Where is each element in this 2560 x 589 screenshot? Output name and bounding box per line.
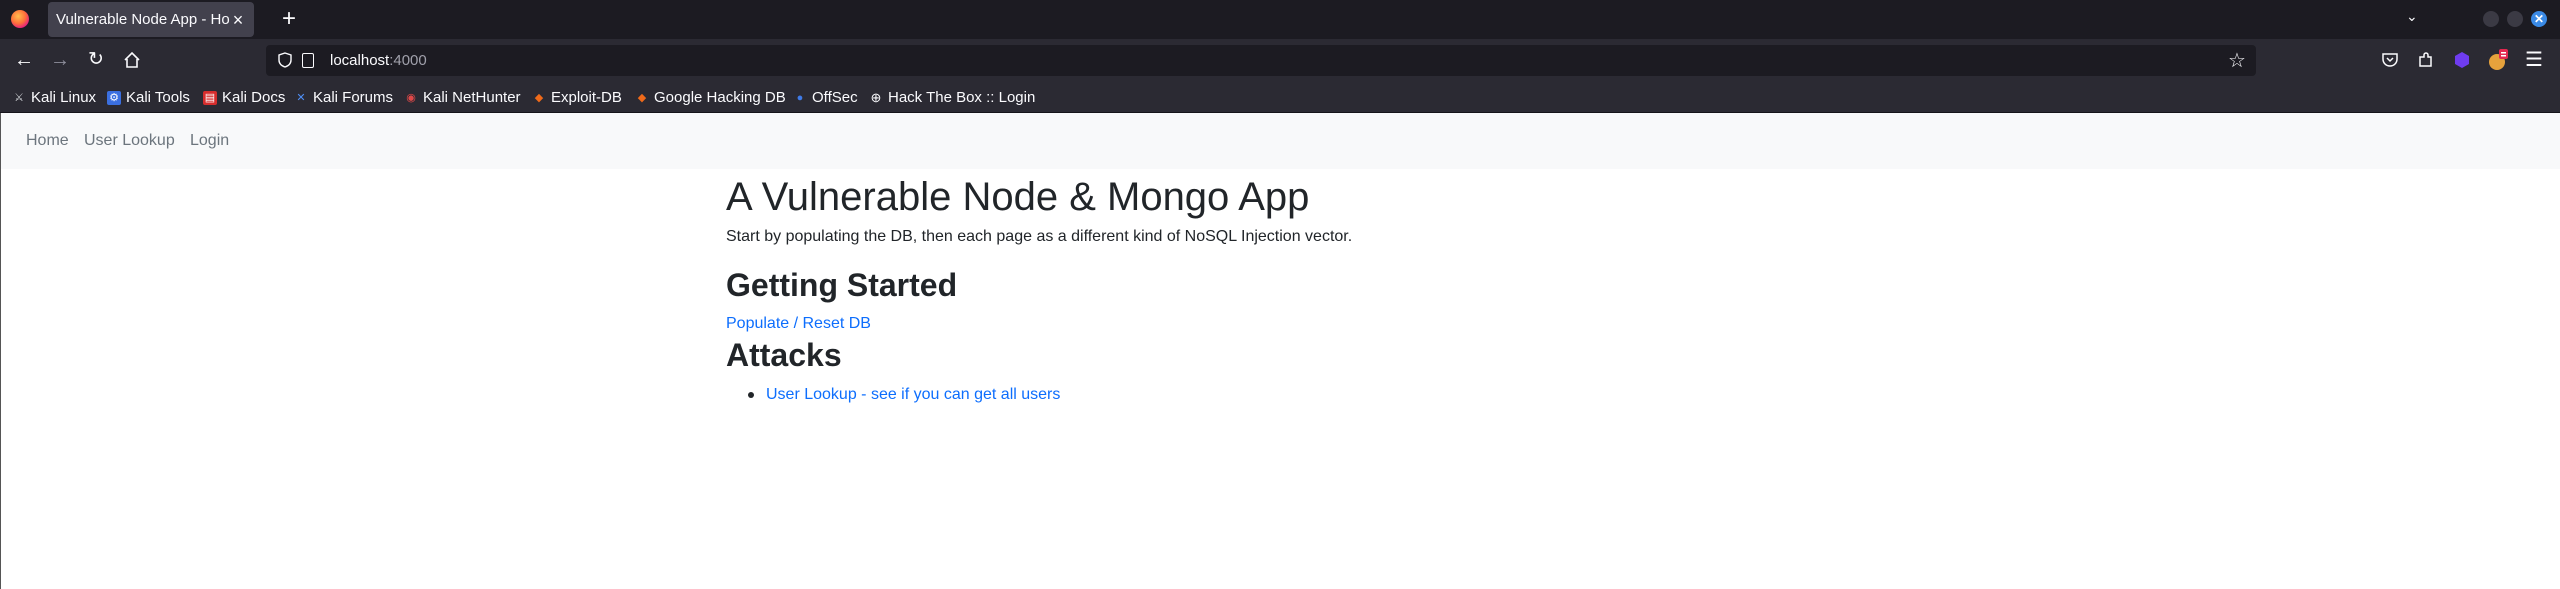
bookmark-star-icon[interactable]: ☆ [2228, 48, 2246, 73]
new-tab-button[interactable]: + [282, 6, 296, 32]
bookmark-label: Kali Docs [222, 89, 286, 106]
forward-arrow-icon[interactable]: → [48, 48, 72, 72]
bookmark-exploit-db[interactable]: ◆ Exploit-DB [532, 88, 622, 107]
bookmark-label: Kali Linux [31, 89, 97, 106]
maximize-button[interactable] [2507, 11, 2523, 27]
tab-active[interactable]: Vulnerable Node App - Home × [48, 2, 254, 37]
reload-icon[interactable]: ↻ [84, 48, 108, 72]
bookmark-label: Kali Forums [313, 89, 394, 106]
page-content: A Vulnerable Node & Mongo App Start by p… [0, 169, 2560, 589]
tab-bar: Vulnerable Node App - Home × + ⌄ ✕ [0, 0, 2560, 39]
minimize-button[interactable] [2483, 11, 2499, 27]
nav-link-home[interactable]: Home [26, 131, 69, 151]
page-info-icon[interactable] [302, 53, 314, 68]
home-icon[interactable] [120, 48, 144, 75]
nav-link-user-lookup[interactable]: User Lookup [84, 131, 175, 151]
pocket-icon[interactable] [2379, 49, 2401, 71]
bookmark-google-hacking-db[interactable]: ◆ Google Hacking DB [635, 88, 786, 107]
getting-started-heading: Getting Started [726, 267, 958, 303]
navigation-toolbar: ← → ↻ localhost:4000 ☆ ☰ [0, 39, 2560, 82]
bookmark-label: Exploit-DB [551, 89, 622, 106]
extensions-icon[interactable] [2415, 49, 2437, 71]
kali-docs-icon: ▤ [203, 90, 217, 105]
back-arrow-icon[interactable]: ← [12, 48, 36, 72]
attacks-heading: Attacks [726, 337, 842, 373]
url-port: :4000 [389, 52, 427, 69]
bookmark-kali-linux[interactable]: ⚔ Kali Linux [12, 88, 96, 107]
nethunter-icon: ◉ [406, 91, 416, 104]
kali-tools-icon: ⚙ [107, 90, 121, 105]
tab-title: Vulnerable Node App - Home [56, 11, 230, 28]
firefox-logo-icon[interactable] [11, 10, 29, 28]
bookmarks-toolbar: ⚔ Kali Linux ⚙ Kali Tools ▤ Kali Docs ✕ Kali… [0, 82, 2560, 113]
populate-reset-db-link[interactable]: Populate / Reset DB [726, 314, 871, 334]
chevron-down-icon[interactable]: ⌄ [2406, 8, 2418, 25]
account-avatar-icon[interactable] [2487, 49, 2509, 71]
tab-close-icon[interactable]: × [230, 11, 246, 29]
intro-text: Start by populating the DB, then each pa… [726, 228, 1353, 245]
ghdb-icon: ◆ [637, 91, 647, 104]
offsec-icon: ● [796, 91, 804, 104]
kali-dragon-icon: ⚔ [14, 91, 24, 104]
url-bar[interactable]: localhost:4000 ☆ [266, 45, 2256, 76]
kali-forums-icon: ✕ [296, 91, 306, 104]
bookmark-label: Kali Tools [126, 89, 190, 106]
url-host: localhost [330, 52, 390, 69]
nav-link-login[interactable]: Login [190, 131, 229, 151]
globe-icon: ⊕ [870, 89, 882, 105]
user-lookup-attack-link[interactable]: User Lookup - see if you can get all use… [766, 386, 1060, 403]
bookmark-hack-the-box[interactable]: ⊕ Hack The Box :: Login [869, 88, 1036, 107]
bookmark-label: Google Hacking DB [654, 89, 786, 106]
bookmark-kali-nethunter[interactable]: ◉ Kali NetHunter [404, 88, 521, 107]
url-text[interactable]: localhost:4000 [330, 51, 427, 70]
shield-icon[interactable] [278, 52, 292, 68]
bookmark-offsec[interactable]: ● OffSec [793, 88, 858, 107]
list-item: User Lookup - see if you can get all use… [748, 385, 1060, 405]
attacks-list: User Lookup - see if you can get all use… [748, 385, 1060, 405]
bookmark-label: Hack The Box :: Login [888, 89, 1036, 106]
bookmark-kali-forums[interactable]: ✕ Kali Forums [294, 88, 393, 107]
bookmark-label: Kali NetHunter [423, 89, 521, 106]
close-window-button[interactable]: ✕ [2531, 11, 2547, 27]
exploit-db-icon: ◆ [534, 91, 544, 104]
container-extension-icon[interactable] [2451, 49, 2473, 71]
bookmark-kali-tools[interactable]: ⚙ Kali Tools [107, 88, 190, 107]
bookmark-label: OffSec [812, 89, 858, 106]
site-navbar: Home User Lookup Login [0, 113, 2560, 169]
bookmark-kali-docs[interactable]: ▤ Kali Docs [203, 88, 285, 107]
hamburger-menu-icon[interactable]: ☰ [2523, 49, 2545, 71]
page-title: A Vulnerable Node & Mongo App [726, 175, 1310, 219]
